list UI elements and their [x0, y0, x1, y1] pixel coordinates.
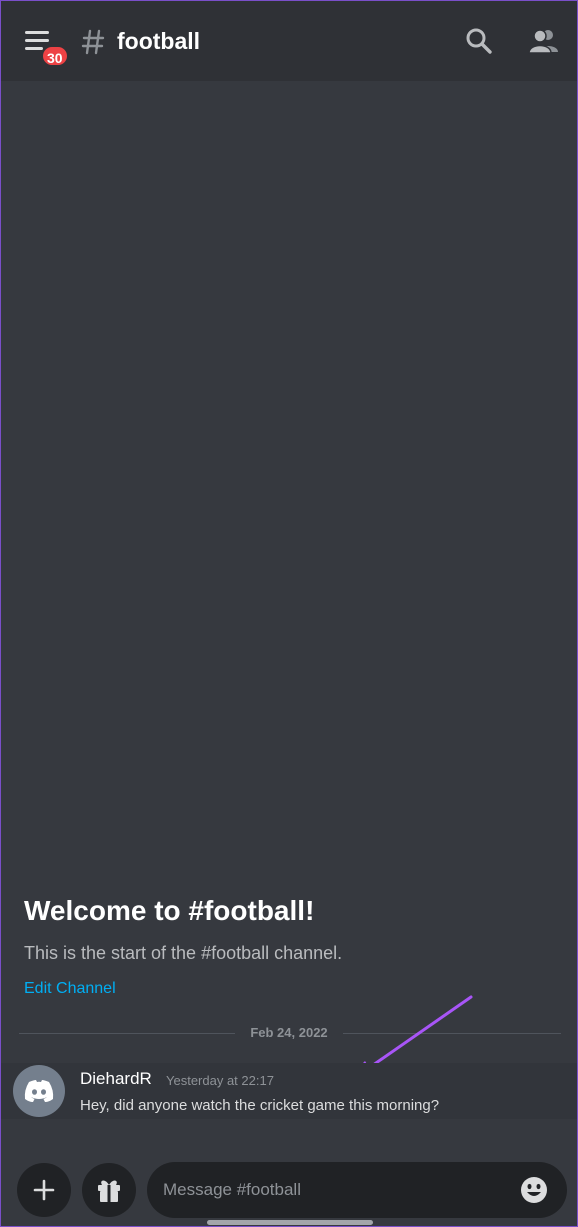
channel-header: 30 football: [1, 1, 577, 81]
message-input[interactable]: [163, 1162, 503, 1218]
welcome-subtitle: This is the start of the #football chann…: [24, 943, 343, 963]
emoji-button[interactable]: [519, 1175, 549, 1210]
emoji-icon: [521, 1177, 547, 1203]
discord-app: 30 football Welcome to #football! This i…: [0, 0, 578, 1227]
message-author[interactable]: DiehardR: [80, 1069, 152, 1089]
unread-badge: 30: [41, 45, 69, 67]
welcome-title: Welcome to #football!: [24, 895, 315, 926]
message-text: Hey, did anyone watch the cricket game t…: [80, 1097, 440, 1114]
discord-logo-icon: [24, 1080, 54, 1102]
search-button[interactable]: [465, 27, 493, 60]
message-timestamp: Yesterday at 22:17: [166, 1073, 274, 1088]
message-item[interactable]: DiehardR Yesterday at 22:17 Hey, did any…: [1, 1063, 577, 1119]
divider-line-left: [19, 1033, 235, 1034]
members-icon: [528, 29, 558, 54]
message-composer: [147, 1162, 567, 1218]
home-indicator[interactable]: [207, 1220, 373, 1225]
plus-icon: [33, 1179, 55, 1201]
hashtag-icon: [81, 29, 105, 55]
channel-title: football: [117, 28, 201, 54]
search-icon: [466, 28, 492, 54]
add-attachment-button[interactable]: [17, 1163, 71, 1217]
gift-icon: [98, 1180, 120, 1202]
gift-button[interactable]: [82, 1163, 136, 1217]
members-button[interactable]: [528, 27, 560, 60]
avatar[interactable]: [13, 1065, 65, 1117]
edit-channel-link[interactable]: Edit Channel: [24, 980, 116, 998]
date-divider: Feb 24, 2022: [250, 1025, 328, 1040]
